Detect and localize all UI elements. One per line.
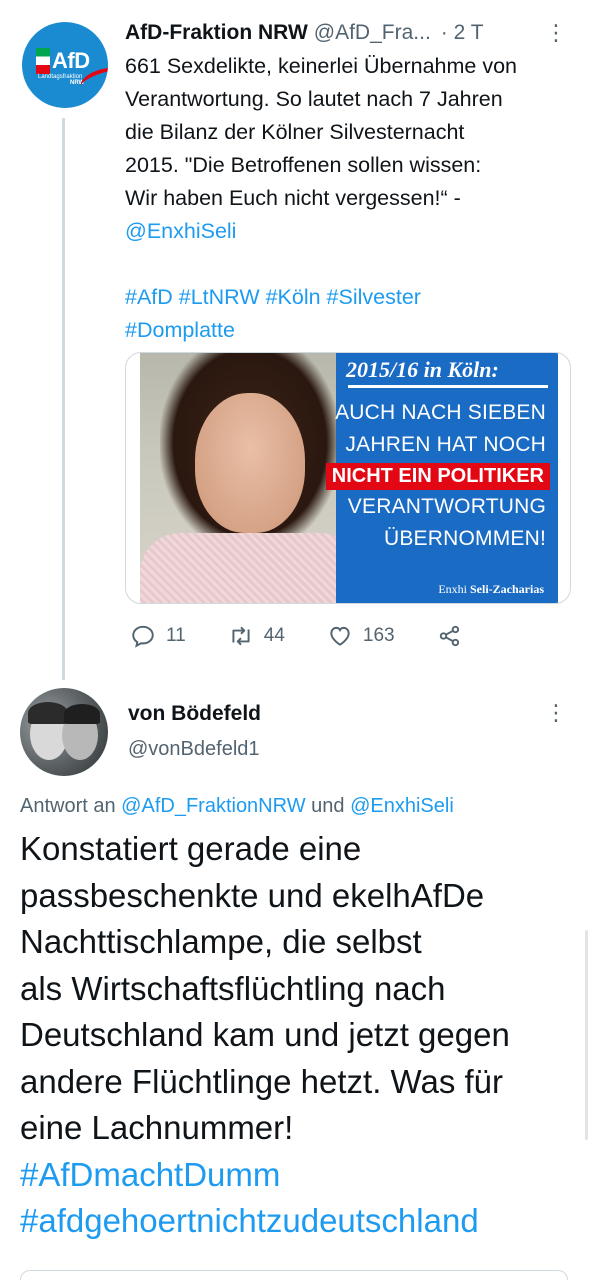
reply-author-handle[interactable]: @vonBdefeld1 — [128, 738, 260, 761]
reply-text-line: Nachttischlampe, die selbst — [20, 923, 422, 960]
thread-connector-line — [62, 118, 65, 680]
author-handle[interactable]: @AfD_Fra... — [314, 21, 431, 45]
replying-to: Antwort an @AfD_FraktionNRW und @EnxhiSe… — [20, 795, 454, 818]
share-button[interactable] — [437, 623, 473, 649]
banner-signature: Enxhi Seli-Zacharias — [438, 582, 544, 597]
tweet-text-line: Verantwortung. So lautet nach 7 Jahren — [125, 87, 503, 111]
share-icon — [439, 625, 459, 647]
signature-last: Seli-Zacharias — [470, 582, 544, 596]
reply-tweet-text: Konstatiert gerade eine passbeschenkte u… — [20, 826, 580, 1245]
tweet-timestamp[interactable]: · 2 T — [441, 21, 484, 45]
afd-nrw-avatar[interactable]: AfD Landtagsfraktion NRW — [22, 22, 108, 108]
banner-highlight: NICHT EIN POLITIKER — [325, 463, 550, 490]
replying-to-link[interactable]: @AfD_FraktionNRW — [121, 795, 305, 817]
avatar-logo-text: AfD — [52, 48, 90, 73]
signature-first: Enxhi — [438, 582, 467, 596]
retweet-icon — [232, 626, 250, 646]
tweet-text-line: 661 Sexdelikte, keinerlei Übernahme von — [125, 54, 518, 78]
hashtags-link[interactable]: #AfD #LtNRW #Köln #Silvester — [125, 281, 575, 314]
reply-text-line: Deutschland kam und jetzt gegen — [20, 1016, 510, 1053]
quote-banner: 2015/16 in Köln: AUCH NACH SIEBEN JAHREN… — [325, 353, 558, 603]
von-boedefeld-avatar[interactable] — [20, 688, 108, 776]
hashtag-link[interactable]: #Domplatte — [125, 314, 575, 347]
banner-line: AUCH NACH SIEBEN — [335, 401, 546, 424]
reply-text-line: andere Flüchtlinge hetzt. Was für — [20, 1062, 504, 1100]
reply-text-line: eine Lachnummer! — [20, 1109, 294, 1146]
banner-line: ÜBERNOMMEN! — [383, 527, 546, 550]
hashtag-link[interactable]: #AfDmachtDumm — [20, 1152, 580, 1199]
like-button[interactable]: 163 — [327, 623, 395, 649]
tweet-text-line: 2015. "Die Betroffenen sollen wissen: — [125, 153, 482, 177]
tweet-media-image[interactable]: 2015/16 in Köln: AUCH NACH SIEBEN JAHREN… — [125, 352, 571, 604]
banner-line: VERANTWORTUNG — [347, 495, 546, 518]
next-card-edge — [20, 1270, 568, 1280]
banner-line: JAHREN HAT NOCH — [345, 433, 546, 456]
reply-icon — [132, 625, 154, 648]
banner-underline — [348, 385, 548, 388]
banner-title: 2015/16 in Köln: — [346, 357, 499, 382]
portrait-jacket — [140, 533, 360, 603]
replying-and: und — [311, 795, 345, 817]
tweet-text-line: Wir haben Euch nicht vergessen!“ - — [125, 186, 461, 210]
tweet-text: 661 Sexdelikte, keinerlei Übernahme von … — [125, 50, 575, 347]
tweet-text-line: die Bilanz der Kölner Silvesternacht — [125, 120, 465, 144]
heart-icon — [330, 626, 350, 646]
tweet-header: AfD-Fraktion NRW @AfD_Fra... · 2 T — [125, 18, 569, 48]
replying-to-link[interactable]: @EnxhiSeli — [350, 795, 454, 817]
reply-button[interactable]: 11 — [130, 623, 186, 649]
portrait-face — [195, 393, 305, 533]
reply-text-line: Konstatiert gerade eine — [20, 830, 362, 867]
retweet-button[interactable]: 44 — [228, 623, 285, 649]
nrw-flag-icon — [36, 48, 50, 74]
retweet-count: 44 — [263, 625, 285, 646]
reply-author-name[interactable]: von Bödefeld — [128, 702, 261, 726]
replying-prefix: Antwort an — [20, 795, 116, 817]
avatar-hair-left — [28, 702, 68, 724]
reply-text-line: passbeschenkte und ekelhAfDe — [20, 876, 485, 914]
tweet-actions: 11 44 163 — [130, 620, 515, 652]
hashtag-link[interactable]: #afdgehoertnichtzudeutschland — [20, 1198, 580, 1245]
more-options-icon[interactable]: ⋮ — [545, 20, 567, 46]
reply-text-line: als Wirtschaftsflüchtling nach — [20, 969, 446, 1007]
reply-count: 11 — [166, 625, 186, 646]
scrollbar[interactable] — [585, 930, 588, 1140]
more-options-icon[interactable]: ⋮ — [545, 700, 567, 726]
author-name[interactable]: AfD-Fraktion NRW — [125, 21, 308, 45]
avatar-hair-right — [64, 704, 100, 724]
like-count: 163 — [362, 625, 395, 646]
mention-link[interactable]: @EnxhiSeli — [125, 215, 575, 248]
